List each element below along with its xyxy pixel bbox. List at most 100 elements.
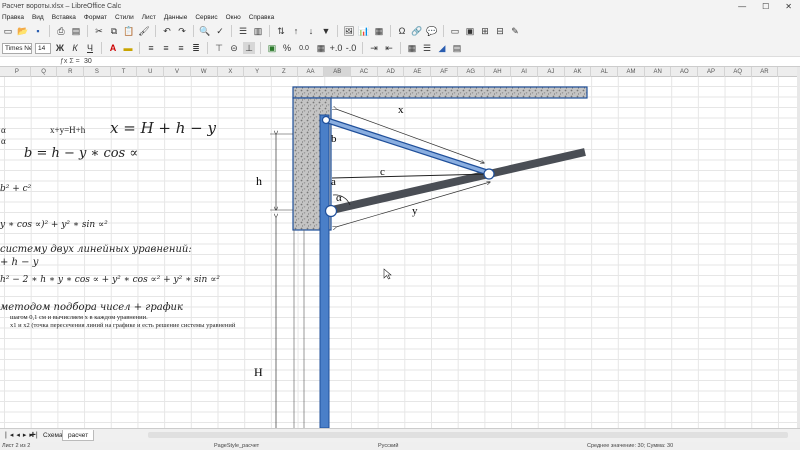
column-header[interactable]: W [191,67,218,77]
draw-functions-icon[interactable]: ✎ [509,25,521,37]
align-right-icon[interactable]: ≡ [175,42,187,54]
border-style-icon[interactable]: ☰ [421,42,433,54]
hyperlink-icon[interactable]: 🔗 [411,25,423,37]
column-header[interactable]: AD [378,67,405,77]
column-header[interactable]: AA [298,67,325,77]
date-format-icon[interactable]: ▦ [315,42,327,54]
column-header[interactable]: AK [565,67,592,77]
decrease-indent-icon[interactable]: ⇤ [383,42,395,54]
save-icon[interactable]: ▪ [32,25,44,37]
new-document-icon[interactable]: ▭ [2,25,14,37]
paste-icon[interactable]: 📋 [123,25,135,37]
column-header[interactable]: AL [591,67,619,77]
sort-desc-icon[interactable]: ↓ [305,25,317,37]
menu-sheet[interactable]: Лист [142,14,156,21]
redo-icon[interactable]: ↷ [176,25,188,37]
align-top-icon[interactable]: ⊤ [213,42,225,54]
column-header[interactable]: AI [511,67,538,77]
sort-icon[interactable]: ⇅ [275,25,287,37]
increase-indent-icon[interactable]: ⇥ [368,42,380,54]
percent-button[interactable]: % [281,42,293,54]
function-wizard-icon[interactable]: ƒx Σ = [60,58,80,65]
column-header[interactable]: AM [618,67,645,77]
column-header[interactable]: AN [645,67,672,77]
align-bottom-icon[interactable]: ⊥ [243,42,255,54]
column-header[interactable]: Q [31,67,58,77]
column-header[interactable]: AQ [725,67,752,77]
maximize-button[interactable]: ☐ [762,2,769,11]
font-size-select[interactable]: 14 [35,42,51,54]
header-footer-icon[interactable]: ▭ [449,25,461,37]
underline-button[interactable]: Ч [84,42,96,54]
spreadsheet-grid[interactable]: α α x+y=H+h x = H + h − y b = h − y ∗ co… [0,77,797,428]
add-decimal-icon[interactable]: +.0 [330,42,343,54]
menu-data[interactable]: Данные [164,14,187,21]
menu-help[interactable]: Справка [249,14,275,21]
menu-edit[interactable]: Правка [2,14,24,21]
image-icon[interactable]: 🖼 [343,25,355,37]
split-window-icon[interactable]: ⊟ [494,25,506,37]
rows-icon[interactable]: ☰ [237,25,249,37]
print-icon[interactable]: ⎙ [55,25,67,37]
horizontal-scrollbar[interactable] [148,432,788,438]
decimal-format-button[interactable]: 0.0 [296,42,312,54]
column-header[interactable]: Z [271,67,298,77]
column-header[interactable]: AF [431,67,458,77]
spelling-icon[interactable]: ✓ [214,25,226,37]
comment-icon[interactable]: 💬 [426,25,438,37]
freeze-rows-icon[interactable]: ⊞ [479,25,491,37]
menu-window[interactable]: Окно [226,14,241,21]
font-color-icon[interactable]: A [107,42,119,54]
open-folder-icon[interactable]: 📂 [17,25,29,37]
minimize-button[interactable]: — [738,2,746,11]
column-header[interactable]: T [111,67,138,77]
define-print-area-icon[interactable]: ▣ [464,25,476,37]
borders-icon[interactable]: ▦ [406,42,418,54]
chart-icon[interactable]: 📊 [358,25,370,37]
border-color-icon[interactable]: ◢ [436,42,448,54]
bold-button[interactable]: Ж [54,42,66,54]
align-center-icon[interactable]: ≡ [160,42,172,54]
tab-calc[interactable]: расчет [62,430,95,441]
column-header[interactable]: Y [244,67,271,77]
cut-icon[interactable]: ✂ [93,25,105,37]
sort-asc-icon[interactable]: ↑ [290,25,302,37]
align-middle-icon[interactable]: ⊝ [228,42,240,54]
formula-input[interactable]: 30 [84,58,92,65]
font-name-select[interactable]: Times New Roman [2,42,32,54]
columns-icon[interactable]: ▥ [252,25,264,37]
align-left-icon[interactable]: ≡ [145,42,157,54]
column-header[interactable]: AH [485,67,512,77]
column-header[interactable]: P [4,67,31,77]
menu-tools[interactable]: Сервис [195,14,217,21]
copy-icon[interactable]: ⧉ [108,25,120,37]
column-header[interactable]: AE [405,67,432,77]
background-color-icon[interactable]: ▤ [451,42,463,54]
pivot-table-icon[interactable]: ▦ [373,25,385,37]
column-header[interactable]: X [218,67,245,77]
highlight-color-icon[interactable]: ▬ [122,42,134,54]
special-character-icon[interactable]: Ω [396,25,408,37]
undo-icon[interactable]: ↶ [161,25,173,37]
column-header[interactable]: S [84,67,111,77]
find-icon[interactable]: 🔍 [199,25,211,37]
clone-format-icon[interactable]: 🖌 [138,25,150,37]
column-header[interactable]: R [57,67,85,77]
menu-insert[interactable]: Вставка [52,14,76,21]
justify-icon[interactable]: ≣ [190,42,202,54]
column-header[interactable]: AJ [538,67,565,77]
column-header[interactable]: AP [698,67,725,77]
menu-styles[interactable]: Стили [115,14,134,21]
column-header[interactable]: AB [324,67,352,77]
currency-icon[interactable]: ▣ [266,42,278,54]
column-header[interactable]: AO [672,67,699,77]
autofilter-icon[interactable]: ▼ [320,25,332,37]
remove-decimal-icon[interactable]: -.0 [345,42,357,54]
preview-icon[interactable]: ▤ [70,25,82,37]
menu-format[interactable]: Формат [84,14,107,21]
column-header[interactable]: AR [752,67,779,77]
italic-button[interactable]: К [69,42,81,54]
column-header[interactable]: AC [351,67,378,77]
column-header[interactable]: V [164,67,191,77]
close-button[interactable]: ✕ [785,2,792,11]
